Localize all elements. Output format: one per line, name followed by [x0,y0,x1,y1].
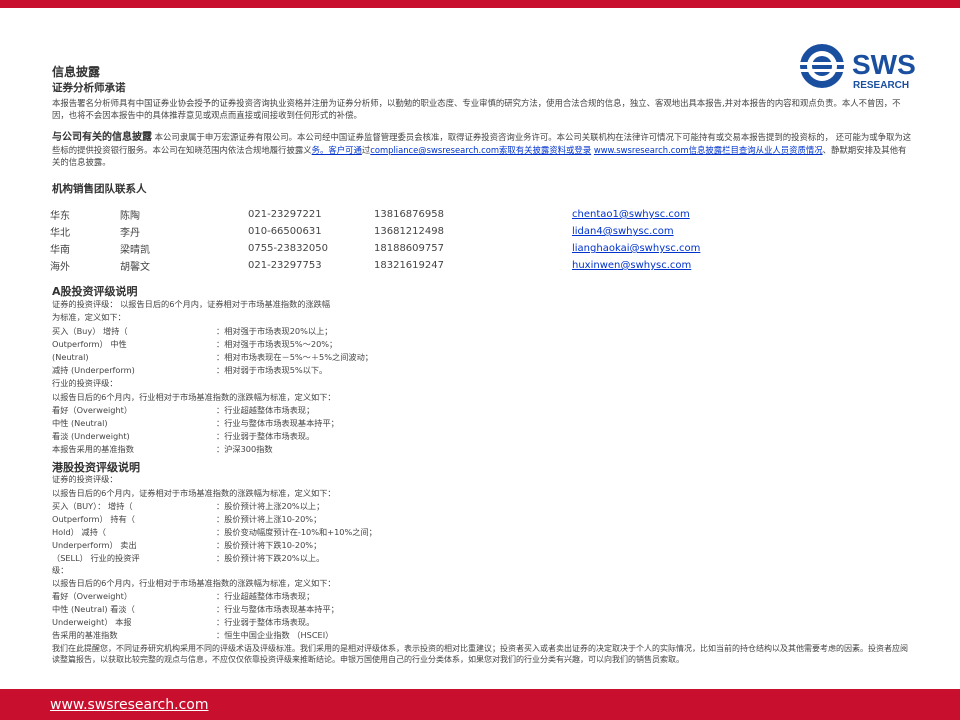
hk-industry-rating-desc: ：行业弱于整体市场表现。 [216,617,315,627]
contact-row: 华南 梁晴凯 0755-23832050 18188609757 lianghaokai… [50,240,732,257]
sws-research-logo: SWS RESEARCH [798,42,938,92]
logo-subtext: RESEARCH [853,80,909,91]
contact-row: 华北 李丹 010-66500631 13681212498 lidan4@swhysc… [50,223,732,240]
a-stock-rating-label: 减持 (Underperform) [52,365,135,375]
hk-stock-rating-desc: ：股价预计将上涨10-20%； [216,514,322,524]
hk-stock-rating-desc: ：股价预计将下跌20%以上。 [216,553,325,563]
hk-rating-title: 港股投资评级说明 [52,461,140,474]
footer-website-link[interactable]: www.swsresearch.com [50,697,208,713]
contact-name: 李丹 [120,228,140,239]
a-industry-intro-1: 行业的投资评级： [52,378,118,388]
sales-contacts-table: 华东 陈陶 021-23297221 13816876958 chentao1@swhy… [50,206,732,274]
top-accent-bar [0,0,960,8]
contact-email-link[interactable]: huxinwen@swhysc.com [572,260,691,271]
analyst-commitment-text: 本报告署名分析师具有中国证券业协会授予的证券投资咨询执业资格并注册为证券分析师，… [52,98,901,120]
a-industry-rating-desc: ：行业弱于整体市场表现。 [216,431,315,441]
hk-stock-rating-label: Underperform） 卖出 [52,540,137,550]
sales-contacts-title: 机构销售团队联系人 [52,183,147,195]
a-industry-intro-2: 以报告日后的6个月内，行业相对于市场基准指数的涨跌幅为标准，定义如下： [52,392,336,402]
contact-name: 胡馨文 [120,262,150,273]
a-stock-rating-label: (Neutral) [52,352,89,362]
hk-industry-rating-label: 告采用的基准指数 [52,630,118,640]
a-industry-rating-desc: ：沪深300指数 [216,444,273,454]
contact-email-cell: lidan4@swhysc.com [572,223,732,240]
company-disclosure-link-1[interactable]: 务。客户可通 [312,145,362,155]
contact-row: 海外 胡馨文 021-23297753 18321619247 huxinwen@swh… [50,257,732,274]
contact-mobile: 18321619247 [374,260,444,271]
hk-stock-rating-label: （SELL） 行业的投资评 [52,553,140,563]
contact-region: 海外 [50,262,70,273]
a-stock-rating-desc: ：相对弱于市场表现5%以下。 [216,365,328,375]
contact-region: 华北 [50,228,70,239]
contact-phone: 0755-23832050 [248,243,328,254]
hk-stock-rating-desc: ：股价变动幅度预计在-10%和+10%之间； [216,527,377,537]
hk-stock-rating-label: Hold） 减持（ [52,527,106,537]
hk-stock-rating-label: 买入（BUY）： 增持（ [52,501,133,511]
a-stock-rating-desc: ：相对强于市场表现20%以上； [216,326,333,336]
analyst-commitment-title: 证券分析师承诺 [52,82,126,94]
hk-industry-rating-desc: ：行业与整体市场表现基本持平； [216,604,339,614]
contact-email-link[interactable]: lidan4@swhysc.com [572,226,674,237]
disclosure-title: 信息披露 [52,65,101,79]
contact-mobile: 13816876958 [374,209,444,220]
hk-stock-rating-desc: ：股价预计将上涨20%以上； [216,501,325,511]
a-stock-rating-desc: ：相对市场表现在－5%～＋5%之间波动； [216,352,373,362]
contact-region: 华东 [50,211,70,222]
hk-industry-rating-desc: ：行业超越整体市场表现； [216,591,315,601]
hk-industry-intro-1: 级： [52,565,69,575]
company-disclosure-text-2: 过 [361,145,371,155]
contact-mobile: 13681212498 [374,226,444,237]
company-disclosure-title: 与公司有关的信息披露 [52,132,152,143]
rating-disclaimer: 我们在此提醒您，不同证券研究机构采用不同的评级术语及评级标准。我们采用的是相对评… [52,644,908,664]
contact-email-cell: lianghaokai@swhysc.com [572,240,732,257]
a-industry-rating-label: 看好（Overweight） [52,405,133,415]
contact-name: 梁晴凯 [120,245,150,256]
a-industry-rating-label: 中性 (Neutral) [52,418,108,428]
a-stock-rating-desc: ：相对强于市场表现5%～20%； [216,339,338,349]
hk-industry-rating-label: 中性 (Neutral) 看淡（ [52,604,135,614]
logo-text: SWS [852,49,916,80]
a-stock-rating-label: Outperform） 中性 [52,339,127,349]
hk-industry-rating-label: Underweight） 本报 [52,617,132,627]
hk-stock-rating-desc: ：股价预计将下跌10-20%； [216,540,322,550]
contact-phone: 021-23297221 [248,209,322,220]
a-rating-intro-1: 证券的投资评级： 以报告日后的6个月内，证券相对于市场基准指数的涨跌幅 [52,299,331,309]
contact-email-link[interactable]: chentao1@swhysc.com [572,209,690,220]
compliance-email-link[interactable]: compliance@swsresearch.com索取有关披露资料或登录 [370,145,591,155]
contact-row: 华东 陈陶 021-23297221 13816876958 chentao1@swhy… [50,206,732,223]
contact-email-cell: huxinwen@swhysc.com [572,257,732,274]
a-rating-intro-2: 为标准，定义如下： [52,312,126,322]
contact-name: 陈陶 [120,211,140,222]
a-share-rating-title: A股投资评级说明 [52,285,138,298]
contact-phone: 010-66500631 [248,226,322,237]
company-disclosure: 与公司有关的信息披露 本公司隶属于申万宏源证券有限公司。本公司经中国证券监督管理… [52,131,914,168]
hk-stock-rating-label: Outperform） 持有（ [52,514,135,524]
contact-phone: 021-23297753 [248,260,322,271]
hk-rating-intro-2: 以报告日后的6个月内，证券相对于市场基准指数的涨跌幅为标准，定义如下： [52,488,336,498]
a-industry-rating-label: 本报告采用的基准指数 [52,444,134,454]
contact-email-link[interactable]: lianghaokai@swhysc.com [572,243,700,254]
a-industry-rating-desc: ：行业超越整体市场表现； [216,405,315,415]
a-stock-rating-label: 买入（Buy） 增持（ [52,326,128,336]
website-disclosure-link[interactable]: www.swsresearch.com信息披露栏目查询从业人员资质情况 [594,145,823,155]
a-industry-rating-label: 看淡 (Underweight) [52,431,130,441]
hk-industry-intro-2: 以报告日后的6个月内，行业相对于市场基准指数的涨跌幅为标准，定义如下： [52,578,336,588]
hk-industry-rating-label: 看好（Overweight） [52,591,133,601]
contact-region: 华南 [50,245,70,256]
a-industry-rating-desc: ：行业与整体市场表现基本持平； [216,418,339,428]
hk-rating-intro-1: 证券的投资评级： [52,474,118,484]
footer-bar: www.swsresearch.com [0,689,960,720]
contact-mobile: 18188609757 [374,243,444,254]
contact-email-cell: chentao1@swhysc.com [572,206,732,223]
hk-industry-rating-desc: ：恒生中国企业指数 （HSCEI） [216,630,334,640]
